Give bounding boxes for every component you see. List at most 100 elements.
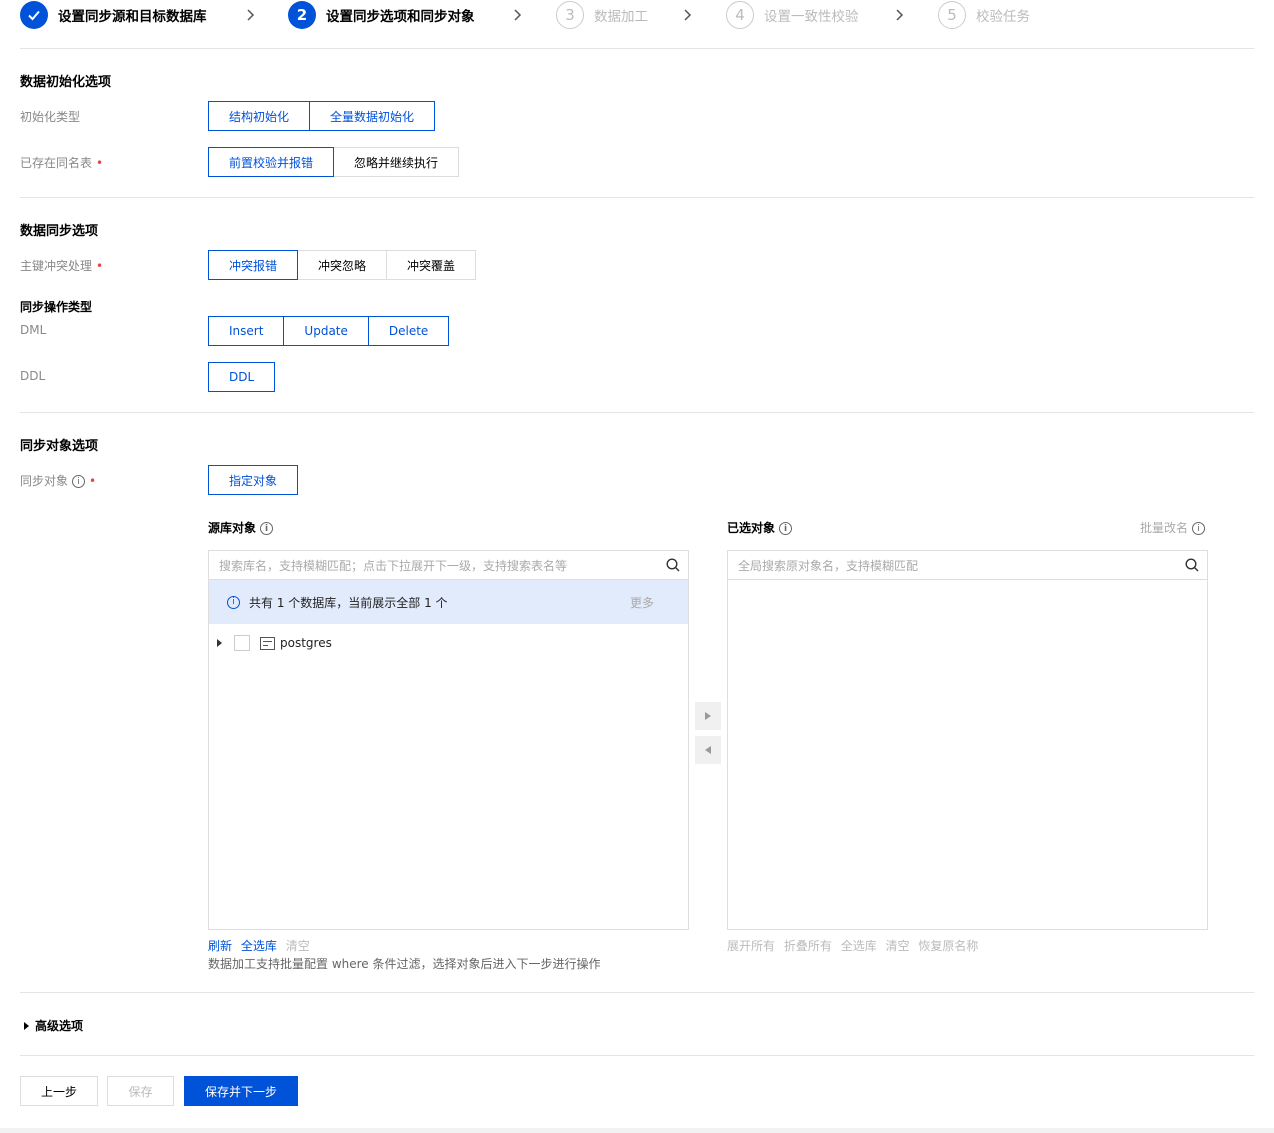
- required-mark: •: [96, 259, 104, 273]
- step-5-number: 5: [938, 1, 966, 29]
- chevron-right-icon: [511, 0, 525, 30]
- caret-left-icon: [705, 746, 711, 754]
- select-all-db-link[interactable]: 全选库: [241, 939, 277, 953]
- clear-selected-link[interactable]: 清空: [886, 939, 910, 953]
- tree-item-checkbox[interactable]: [234, 635, 250, 651]
- bottom-edge: [0, 1128, 1274, 1133]
- step-5: 5 校验任务: [938, 0, 1030, 30]
- init-type-full-data-option[interactable]: 全量数据初始化: [309, 101, 436, 131]
- source-panel-title: 源库对象 i: [208, 519, 274, 536]
- refresh-link[interactable]: 刷新: [208, 939, 232, 953]
- batch-rename: 批量改名 i: [1140, 519, 1206, 536]
- conflict-ignore-option[interactable]: 冲突忽略: [297, 250, 388, 280]
- caret-right-icon: [24, 1021, 29, 1030]
- database-icon: [260, 636, 275, 650]
- selected-search-placeholder: 全局搜索原对象名，支持模糊匹配: [738, 558, 919, 573]
- op-type-title: 同步操作类型: [20, 300, 93, 314]
- selected-panel-title-text: 已选对象: [727, 521, 776, 535]
- step-3: 3 数据加工: [556, 0, 648, 30]
- clear-link[interactable]: 清空: [286, 939, 310, 953]
- step-2: 2 设置同步选项和同步对象: [288, 0, 475, 30]
- dml-group: Insert Update Delete: [208, 316, 450, 346]
- check-icon: [20, 1, 48, 29]
- object-section-title: 同步对象选项: [20, 439, 99, 454]
- move-left-button[interactable]: [695, 736, 721, 764]
- chevron-right-icon: [681, 0, 695, 30]
- chevron-right-icon: [893, 0, 907, 30]
- dml-update-option[interactable]: Update: [283, 316, 369, 346]
- selected-panel-title: 已选对象 i: [727, 519, 793, 536]
- object-label: 同步对象 i •: [20, 472, 96, 489]
- existing-table-label-text: 已存在同名表: [20, 156, 93, 170]
- step-5-label: 校验任务: [976, 9, 1030, 25]
- source-actions: 刷新 全选库 清空: [208, 937, 310, 954]
- info-icon[interactable]: i: [72, 475, 86, 488]
- dml-label: DML: [20, 323, 47, 337]
- info-icon[interactable]: i: [1192, 522, 1206, 535]
- expand-all-link[interactable]: 展开所有: [727, 939, 775, 953]
- source-search-input[interactable]: 搜索库名，支持模糊匹配；点击下拉展开下一级，支持搜索表名等: [209, 551, 688, 580]
- info-icon[interactable]: i: [779, 522, 793, 535]
- conflict-label-text: 主键冲突处理: [20, 259, 93, 273]
- chevron-right-icon: [244, 0, 258, 30]
- dml-delete-option[interactable]: Delete: [367, 316, 450, 346]
- ddl-option[interactable]: DDL: [208, 362, 276, 392]
- restore-name-link[interactable]: 恢复原名称: [918, 939, 978, 953]
- notice-text: 共有 1 个数据库，当前展示全部 1 个: [249, 595, 448, 610]
- caret-right-icon: [705, 712, 711, 720]
- object-label-text: 同步对象: [20, 474, 69, 488]
- init-type-group: 结构初始化 全量数据初始化: [208, 101, 436, 131]
- advanced-options-toggle[interactable]: 高级选项: [24, 1017, 83, 1034]
- required-mark: •: [89, 474, 97, 488]
- conflict-error-option[interactable]: 冲突报错: [208, 250, 299, 280]
- source-panel: 搜索库名，支持模糊匹配；点击下拉展开下一级，支持搜索表名等 i 共有 1 个数据…: [208, 550, 689, 930]
- object-group: 指定对象: [208, 465, 299, 495]
- step-3-number: 3: [556, 1, 584, 29]
- batch-rename-link[interactable]: 批量改名: [1140, 521, 1188, 535]
- dml-insert-option[interactable]: Insert: [208, 316, 285, 346]
- search-icon[interactable]: [1185, 558, 1199, 572]
- selected-panel: 全局搜索原对象名，支持模糊匹配: [727, 550, 1208, 930]
- step-4-label: 设置一致性校验: [764, 9, 859, 25]
- prev-step-button[interactable]: 上一步: [20, 1076, 98, 1106]
- init-type-label: 初始化类型: [20, 110, 81, 124]
- save-button[interactable]: 保存: [107, 1076, 174, 1106]
- advanced-options-label: 高级选项: [35, 1019, 84, 1033]
- step-2-label: 设置同步选项和同步对象: [326, 9, 475, 25]
- steps-bar: 设置同步源和目标数据库 2 设置同步选项和同步对象 3 数据加工 4 设置一致性…: [20, 0, 1254, 30]
- selected-search-input[interactable]: 全局搜索原对象名，支持模糊匹配: [728, 551, 1207, 580]
- step-1-label: 设置同步源和目标数据库: [58, 9, 207, 25]
- source-panel-title-text: 源库对象: [208, 521, 257, 535]
- database-count-notice: i 共有 1 个数据库，当前展示全部 1 个 更多: [209, 580, 688, 624]
- selected-actions: 展开所有 折叠所有 全选库 清空 恢复原名称: [727, 937, 978, 954]
- caret-right-icon[interactable]: [217, 639, 222, 647]
- divider: [20, 197, 1254, 198]
- divider: [20, 412, 1254, 413]
- save-and-next-button[interactable]: 保存并下一步: [184, 1076, 298, 1106]
- sync-section-title: 数据同步选项: [20, 224, 99, 239]
- select-all-link[interactable]: 全选库: [841, 939, 877, 953]
- conflict-overwrite-option[interactable]: 冲突覆盖: [386, 250, 477, 280]
- step-1: 设置同步源和目标数据库: [20, 0, 207, 30]
- existing-table-check-error-option[interactable]: 前置校验并报错: [208, 147, 335, 177]
- existing-table-group: 前置校验并报错 忽略并继续执行: [208, 147, 460, 177]
- more-link[interactable]: 更多: [630, 594, 654, 611]
- required-mark: •: [96, 156, 104, 170]
- tree-item-postgres[interactable]: postgres: [217, 633, 332, 653]
- existing-table-ignore-option[interactable]: 忽略并继续执行: [333, 147, 460, 177]
- init-section-title: 数据初始化选项: [20, 75, 112, 90]
- info-icon: i: [227, 595, 240, 609]
- step-3-label: 数据加工: [594, 9, 648, 25]
- move-right-button[interactable]: [695, 702, 721, 730]
- collapse-all-link[interactable]: 折叠所有: [784, 939, 832, 953]
- step-4-number: 4: [726, 1, 754, 29]
- divider: [20, 992, 1254, 993]
- specify-object-option[interactable]: 指定对象: [208, 465, 299, 495]
- conflict-label: 主键冲突处理 •: [20, 257, 103, 274]
- existing-table-label: 已存在同名表 •: [20, 154, 103, 171]
- search-icon[interactable]: [666, 558, 680, 572]
- init-type-structure-option[interactable]: 结构初始化: [208, 101, 311, 131]
- ddl-label: DDL: [20, 369, 46, 383]
- ddl-group: DDL: [208, 362, 276, 392]
- info-icon[interactable]: i: [260, 522, 274, 535]
